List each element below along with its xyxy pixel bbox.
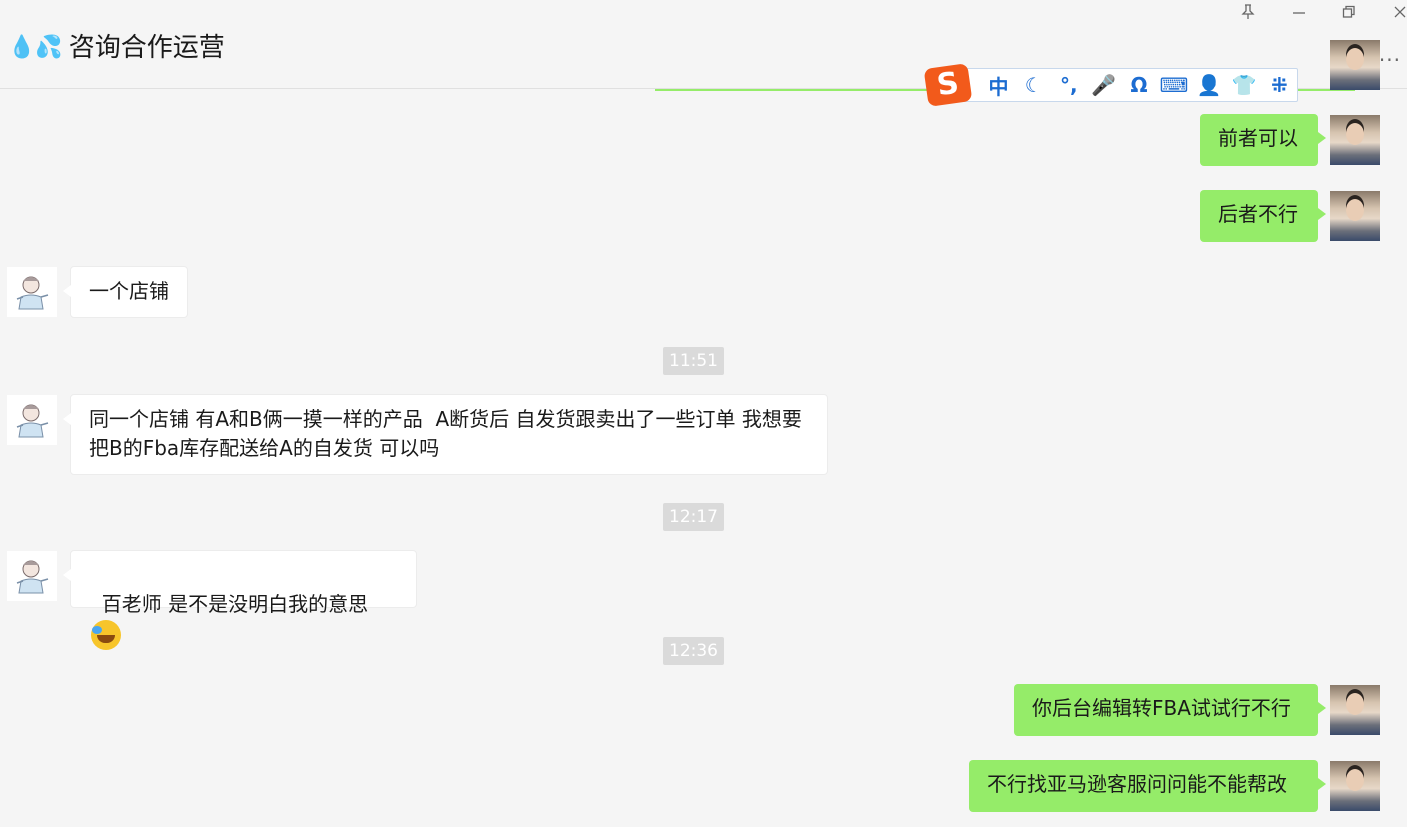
keyboard-icon[interactable]: ⌨	[1157, 73, 1192, 97]
restore-icon[interactable]	[1335, 4, 1363, 24]
sogou-logo-icon[interactable]: S	[923, 63, 973, 107]
chinese-mode-icon[interactable]: 中	[981, 71, 1016, 100]
my-avatar[interactable]	[1330, 685, 1380, 735]
user-card-icon[interactable]: 👤	[1192, 73, 1227, 97]
ime-toolbar-bar: 中 ☾ °, 🎤 Ω ⌨ 👤 👕 ⁜	[944, 68, 1298, 102]
contact-avatar[interactable]	[7, 551, 57, 601]
halfwidth-moon-icon[interactable]: ☾	[1016, 73, 1051, 97]
minimize-icon[interactable]	[1285, 4, 1313, 24]
chat-title-text: 咨询合作运营	[68, 33, 225, 63]
my-message-bubble[interactable]: 后者不行	[1200, 190, 1326, 242]
chat-title: 💧💦 咨询合作运营	[8, 30, 225, 66]
omega-symbol-icon[interactable]: Ω	[1121, 73, 1156, 97]
close-icon[interactable]	[1386, 4, 1407, 24]
more-options-button[interactable]: ···	[1379, 48, 1401, 72]
my-message-bubble[interactable]: 前者可以	[1200, 114, 1326, 166]
timestamp: 12:36	[663, 637, 724, 665]
timestamp: 11:51	[663, 347, 724, 375]
my-avatar[interactable]	[1330, 761, 1380, 811]
my-avatar[interactable]	[1330, 115, 1380, 165]
my-avatar[interactable]	[1330, 40, 1380, 90]
contact-avatar[interactable]	[7, 267, 57, 317]
contact-message-bubble[interactable]: 一个店铺	[63, 266, 188, 318]
message-text: 百老师 是不是没明白我的意思	[101, 592, 369, 616]
water-drops-icon: 💧💦	[8, 35, 63, 60]
my-avatar[interactable]	[1330, 191, 1380, 241]
punctuation-icon[interactable]: °,	[1051, 73, 1086, 97]
ime-toolbar[interactable]: 中 ☾ °, 🎤 Ω ⌨ 👤 👕 ⁜ S	[923, 63, 1300, 107]
timestamp: 12:17	[663, 503, 724, 531]
microphone-icon[interactable]: 🎤	[1086, 73, 1121, 97]
my-message-bubble[interactable]: 不行找亚马逊客服问问能不能帮改	[969, 760, 1326, 812]
face-with-tears-of-joy-icon	[91, 619, 121, 650]
toolbox-grid-icon[interactable]: ⁜	[1262, 73, 1297, 97]
contact-message-bubble[interactable]: 同一个店铺 有A和B俩一摸一样的产品 A断货后 自发货跟卖出了一些订单 我想要把…	[63, 394, 828, 475]
contact-message-bubble[interactable]: 百老师 是不是没明白我的意思	[63, 550, 417, 650]
my-message-bubble[interactable]: 你后台编辑转FBA试试行不行	[1014, 684, 1326, 736]
contact-avatar[interactable]	[7, 395, 57, 445]
pin-icon[interactable]	[1234, 4, 1262, 24]
tshirt-skin-icon[interactable]: 👕	[1227, 73, 1262, 97]
